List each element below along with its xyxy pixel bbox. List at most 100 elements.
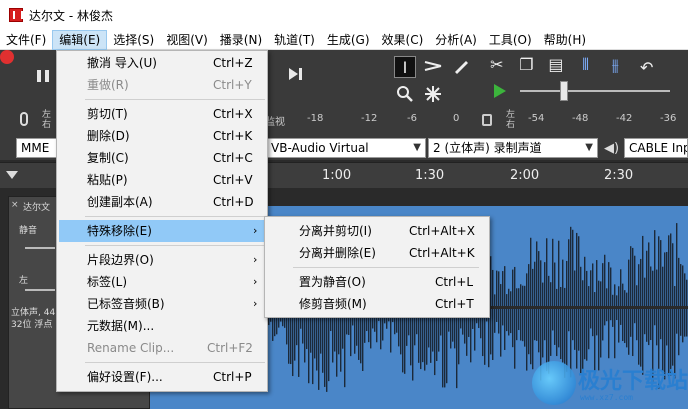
menu-item-label: 删除(D) xyxy=(87,129,130,143)
play-meter-tick: -36 xyxy=(660,113,677,124)
menu-item-rename-clip[interactable]: Rename Clip... Ctrl+F2 xyxy=(59,337,265,359)
menu-item-label: 片段边界(O) xyxy=(87,253,154,267)
menu-item-special-remove[interactable]: 特殊移除(E) › xyxy=(59,220,265,242)
menu-select[interactable]: 选择(S) xyxy=(107,30,160,50)
menu-item-label: 标签(L) xyxy=(87,275,128,289)
menu-item-label: 粘贴(P) xyxy=(87,173,128,187)
speaker-icon[interactable] xyxy=(482,114,492,126)
menu-generate[interactable]: 生成(G) xyxy=(321,30,376,50)
menu-item-duplicate[interactable]: 创建副本(A) Ctrl+D xyxy=(59,191,265,213)
menu-item-clip-boundaries[interactable]: 片段边界(O) › xyxy=(59,249,265,271)
special-remove-submenu: 分离并剪切(I) Ctrl+Alt+X 分离并删除(E) Ctrl+Alt+K … xyxy=(264,216,490,318)
menu-view[interactable]: 视图(V) xyxy=(160,30,214,50)
cut-icon[interactable]: ✂ xyxy=(486,54,508,80)
envelope-tool-icon[interactable] xyxy=(422,56,444,78)
undo-icon[interactable]: ↶ xyxy=(640,58,653,77)
recording-channels-value: 2 (立体声) 录制声道 xyxy=(433,141,542,155)
menu-item-shortcut: Ctrl+Alt+K xyxy=(409,246,475,260)
play-meter-tick: -42 xyxy=(616,113,633,124)
menu-item-labels[interactable]: 标签(L) › xyxy=(59,271,265,293)
menu-item-silence-audio[interactable]: 置为静音(O) Ctrl+L xyxy=(267,271,487,293)
draw-tool-icon[interactable] xyxy=(450,56,472,78)
menu-item-preferences[interactable]: 偏好设置(F)... Ctrl+P xyxy=(59,366,265,388)
menu-file[interactable]: 文件(F) xyxy=(0,30,52,50)
recording-device-select[interactable]: VB-Audio Virtual ▼ xyxy=(266,138,426,158)
record-right-label: 右 xyxy=(42,120,52,130)
audio-host-select[interactable]: MME xyxy=(16,138,60,158)
menu-tools[interactable]: 工具(O) xyxy=(483,30,538,50)
play-right-label: 右 xyxy=(506,120,516,130)
menu-item-label: 偏好设置(F)... xyxy=(87,370,163,384)
menu-item-undo[interactable]: 撤消 导入(U) Ctrl+Z xyxy=(59,52,265,74)
menu-item-label: 复制(C) xyxy=(87,151,129,165)
playback-device-value: CABLE Inp xyxy=(629,141,688,155)
play-speed-slider-thumb[interactable] xyxy=(560,81,568,101)
copy-icon[interactable]: ❐ xyxy=(516,54,538,80)
microphone-icon[interactable] xyxy=(20,112,28,126)
silence-icon[interactable]: ⫵ xyxy=(604,54,626,80)
menu-item-label: 分离并剪切(I) xyxy=(299,224,372,238)
trim-icon[interactable]: ⫴ xyxy=(575,54,597,80)
watermark-text: 极光下载站 xyxy=(578,369,688,394)
menu-item-redo[interactable]: 重做(R) Ctrl+Y xyxy=(59,74,265,96)
timeline-options-icon[interactable] xyxy=(6,171,18,179)
play-meter-channels: 左 右 xyxy=(506,110,515,130)
multi-tool-icon[interactable] xyxy=(422,84,444,106)
pan-slider[interactable] xyxy=(25,289,55,291)
play-left-label: 左 xyxy=(506,110,516,120)
menu-analyze[interactable]: 分析(A) xyxy=(429,30,483,50)
selection-tool-icon[interactable]: I xyxy=(394,56,416,78)
submenu-arrow-icon: › xyxy=(253,297,258,310)
menu-effect[interactable]: 效果(C) xyxy=(376,30,430,50)
menu-item-paste[interactable]: 粘贴(P) Ctrl+V xyxy=(59,169,265,191)
menu-item-metadata[interactable]: 元数据(M)... xyxy=(59,315,265,337)
record-meter-tick: 0 xyxy=(453,113,460,124)
zoom-tool-icon[interactable] xyxy=(394,84,416,106)
record-meter-tick: -18 xyxy=(307,113,324,124)
pause-button[interactable] xyxy=(30,64,56,88)
menu-item-label: 重做(R) xyxy=(87,78,129,92)
app-icon xyxy=(9,8,23,22)
menu-item-label: 置为静音(O) xyxy=(299,275,366,289)
menu-item-split-delete[interactable]: 分离并删除(E) Ctrl+Alt+K xyxy=(267,242,487,264)
track-close-button[interactable]: × xyxy=(11,200,19,210)
record-button[interactable] xyxy=(0,50,14,64)
menu-item-delete[interactable]: 删除(D) Ctrl+K xyxy=(59,125,265,147)
watermark-logo: 极光下载站 www.xz7.com xyxy=(532,355,688,409)
timeline-label: 2:30 xyxy=(604,168,634,183)
record-meter[interactable]: 监视 -18 -12 -6 0 xyxy=(265,108,475,134)
gain-slider[interactable] xyxy=(25,247,55,249)
playback-device-select[interactable]: CABLE Inp xyxy=(624,138,688,158)
pan-left-label: 左 xyxy=(19,276,29,286)
menu-help[interactable]: 帮助(H) xyxy=(538,30,592,50)
menu-item-label: 创建副本(A) xyxy=(87,195,153,209)
menu-item-label: 剪切(T) xyxy=(87,107,128,121)
menu-edit[interactable]: 编辑(E) xyxy=(52,29,108,50)
record-meter-monitor[interactable]: 监视 xyxy=(265,113,285,128)
menu-item-shortcut: Ctrl+V xyxy=(213,173,253,187)
menu-item-shortcut: Ctrl+T xyxy=(435,297,474,311)
chevron-down-icon: ▼ xyxy=(585,142,593,153)
play-speed-slider-track[interactable] xyxy=(520,90,670,92)
watermark-icon xyxy=(532,361,576,405)
chevron-down-icon: ▼ xyxy=(413,142,421,153)
menu-item-trim-audio[interactable]: 修剪音频(M) Ctrl+T xyxy=(267,293,487,315)
play-meter[interactable]: -54 -48 -42 -36 xyxy=(520,108,688,134)
menu-transport[interactable]: 播录(N) xyxy=(214,30,268,50)
track-info-bitdepth: 32位 浮点 xyxy=(11,320,53,330)
menu-item-labeled-audio[interactable]: 已标签音频(B) › xyxy=(59,293,265,315)
menu-tracks[interactable]: 轨道(T) xyxy=(268,30,321,50)
menu-item-copy[interactable]: 复制(C) Ctrl+C xyxy=(59,147,265,169)
track-name[interactable]: 达尔文 xyxy=(23,200,50,213)
menu-item-label: 特殊移除(E) xyxy=(87,224,152,238)
play-meter-tick: -48 xyxy=(572,113,589,124)
menu-item-cut[interactable]: 剪切(T) Ctrl+X xyxy=(59,103,265,125)
recording-channels-select[interactable]: 2 (立体声) 录制声道 ▼ xyxy=(428,138,598,158)
skip-to-end-button[interactable] xyxy=(283,64,307,88)
menu-item-label: 已标签音频(B) xyxy=(87,297,165,311)
window-title: 达尔文 - 林俊杰 xyxy=(29,8,113,23)
menu-item-split-cut[interactable]: 分离并剪切(I) Ctrl+Alt+X xyxy=(267,220,487,242)
menu-separator xyxy=(85,362,265,363)
play-at-speed-button[interactable] xyxy=(494,84,506,98)
paste-icon[interactable]: ▤ xyxy=(545,54,567,80)
